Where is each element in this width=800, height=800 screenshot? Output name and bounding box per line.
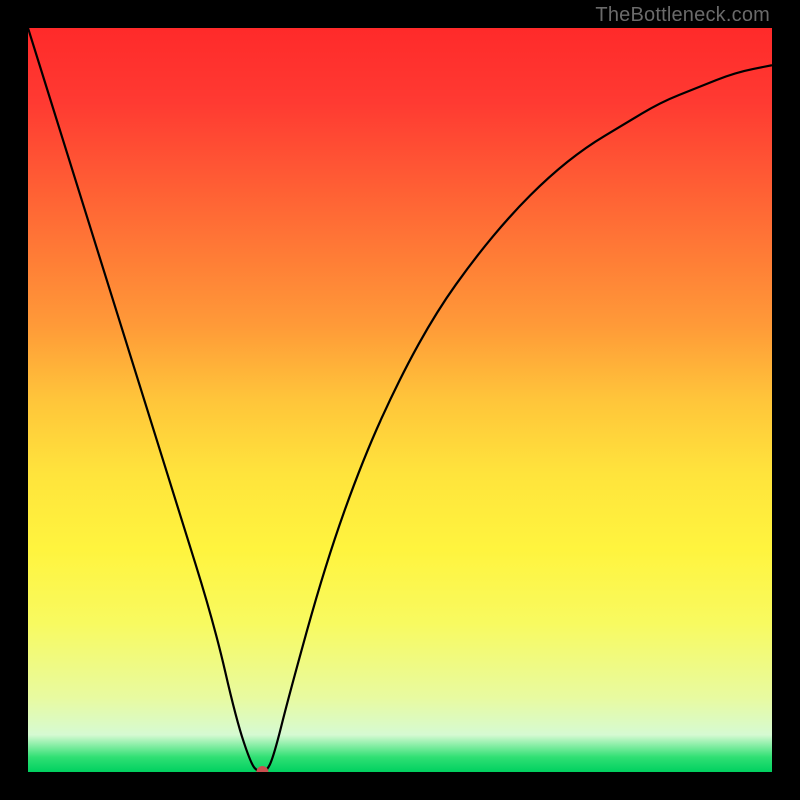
minimum-marker — [256, 766, 268, 772]
bottleneck-curve-path — [28, 28, 772, 772]
watermark-text: TheBottleneck.com — [595, 4, 770, 27]
curve-svg — [28, 28, 772, 772]
plot-area — [28, 28, 772, 772]
chart-frame: TheBottleneck.com — [0, 0, 800, 800]
